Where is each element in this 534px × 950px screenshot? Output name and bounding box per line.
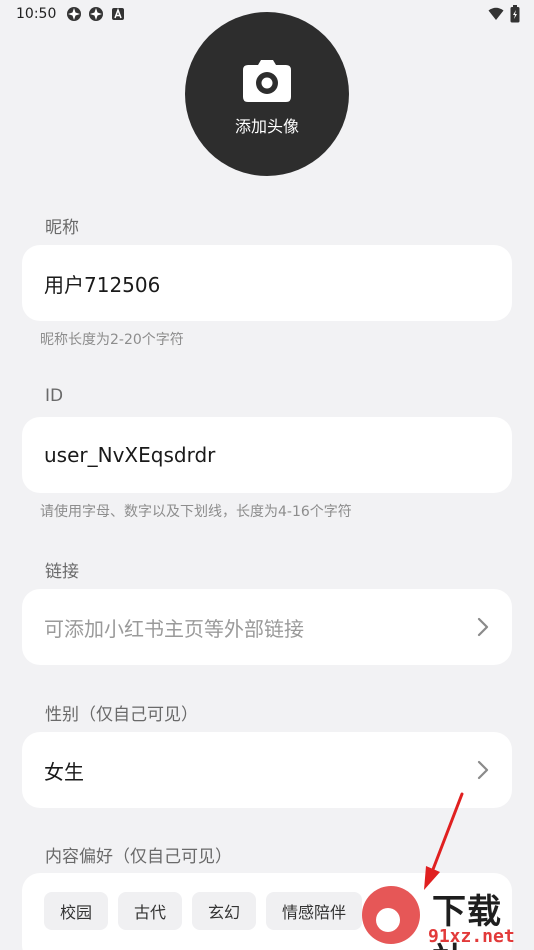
add-avatar-button[interactable]: 添加头像 (185, 12, 349, 176)
status-time: 10:50 (16, 6, 57, 22)
link-field[interactable]: 可添加小红书主页等外部链接 (22, 589, 512, 665)
id-field[interactable]: user_NvXEqsdrdr (22, 417, 512, 493)
preferences-title: 内容偏好（仅自己可见） (45, 847, 232, 867)
watermark: 下载站 91xz.net (362, 880, 534, 950)
tag-campus[interactable]: 校园 (44, 892, 109, 930)
app-icon (89, 7, 103, 21)
annotation-arrow (424, 792, 464, 890)
avatar-label: 添加头像 (234, 117, 299, 136)
link-title: 链接 (45, 562, 79, 582)
id-hint: 请使用字母、数字以及下划线，长度为4-16个字符 (40, 504, 352, 520)
app-icon (67, 7, 81, 21)
tag-ancient[interactable]: 古代 (118, 892, 183, 930)
nickname-field[interactable]: 用户712506 (22, 245, 512, 321)
camera-icon (243, 60, 291, 102)
notification-a-icon (112, 7, 124, 20)
wifi-icon (488, 7, 504, 20)
link-placeholder: 可添加小红书主页等外部链接 (44, 616, 304, 641)
chevron-right-icon (477, 617, 489, 637)
battery-icon (510, 5, 520, 23)
nickname-value: 用户712506 (44, 272, 161, 297)
watermark-url: 91xz.net (428, 926, 515, 947)
tags-row: 校园 古代 玄幻 情感陪伴 (44, 892, 363, 930)
id-value: user_NvXEqsdrdr (44, 443, 216, 467)
status-icons-right (488, 5, 520, 23)
watermark-logo (362, 886, 420, 944)
gender-title: 性别（仅自己可见） (45, 705, 198, 725)
nickname-title: 昵称 (45, 218, 79, 238)
nickname-hint: 昵称长度为2-20个字符 (40, 332, 184, 348)
gender-value: 女生 (44, 759, 84, 784)
tag-emotional-companion[interactable]: 情感陪伴 (266, 892, 363, 930)
edit-profile-screen: 10:50 添加头像 昵称 用户712506 昵称长度为2-20个字符 ID u… (0, 0, 534, 950)
chevron-right-icon (477, 760, 489, 780)
status-icons-left (66, 6, 126, 22)
tag-fantasy[interactable]: 玄幻 (192, 892, 257, 930)
id-title: ID (45, 386, 64, 406)
